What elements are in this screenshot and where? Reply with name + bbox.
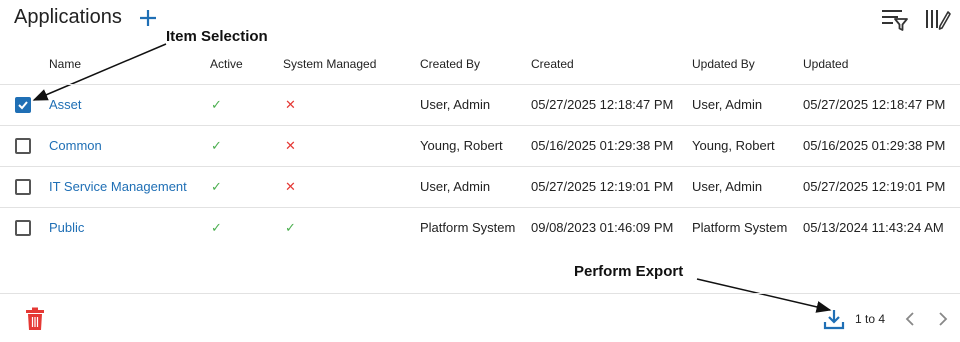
- system-managed-cross-icon: ✕: [285, 179, 296, 194]
- callout-arrows: [32, 43, 832, 313]
- column-header-updated-by[interactable]: Updated By: [692, 57, 755, 71]
- chevron-right-icon[interactable]: [936, 309, 950, 329]
- column-picker-icon[interactable]: [925, 7, 951, 31]
- row-updated: 05/27/2025 12:18:47 PM: [803, 97, 946, 112]
- row-name-link[interactable]: IT Service Management: [49, 179, 187, 194]
- footer-divider: [0, 293, 960, 294]
- row-created-by: Platform System: [420, 220, 516, 235]
- row-divider: [0, 207, 960, 208]
- column-header-created[interactable]: Created: [531, 57, 574, 71]
- column-header-system-managed[interactable]: System Managed: [283, 57, 376, 71]
- trash-icon[interactable]: [24, 307, 46, 331]
- active-check-icon: ✓: [211, 138, 222, 153]
- row-created: 09/08/2023 01:46:09 PM: [531, 220, 674, 235]
- row-created: 05/16/2025 01:29:38 PM: [531, 138, 674, 153]
- row-checkbox-asset[interactable]: [15, 97, 31, 113]
- item-selection-callout: Item Selection: [166, 28, 268, 45]
- row-updated-by: Platform System: [692, 220, 788, 235]
- active-check-icon: ✓: [211, 97, 222, 112]
- system-managed-check-icon: ✓: [285, 220, 296, 235]
- row-updated: 05/16/2025 01:29:38 PM: [803, 138, 946, 153]
- row-updated: 05/13/2024 11:43:24 AM: [803, 220, 944, 235]
- perform-export-callout: Perform Export: [574, 263, 684, 280]
- column-header-updated[interactable]: Updated: [803, 57, 848, 71]
- header-divider: [0, 84, 960, 85]
- row-created: 05/27/2025 12:18:47 PM: [531, 97, 674, 112]
- download-icon[interactable]: [823, 308, 845, 330]
- column-header-created-by[interactable]: Created By: [420, 57, 480, 71]
- row-name-link[interactable]: Public: [49, 220, 84, 235]
- row-checkbox-public[interactable]: [15, 220, 31, 236]
- column-header-active[interactable]: Active: [210, 57, 243, 71]
- page-title: Applications: [14, 6, 122, 28]
- plus-icon[interactable]: [137, 7, 159, 29]
- row-updated: 05/27/2025 12:19:01 PM: [803, 179, 946, 194]
- row-created-by: User, Admin: [420, 179, 491, 194]
- row-created-by: Young, Robert: [420, 138, 503, 153]
- row-name-link[interactable]: Asset: [49, 97, 82, 112]
- chevron-left-icon[interactable]: [903, 309, 917, 329]
- row-name-link[interactable]: Common: [49, 138, 102, 153]
- column-header-name[interactable]: Name: [49, 57, 81, 71]
- row-created-by: User, Admin: [420, 97, 491, 112]
- active-check-icon: ✓: [211, 220, 222, 235]
- row-checkbox-common[interactable]: [15, 138, 31, 154]
- row-created: 05/27/2025 12:19:01 PM: [531, 179, 674, 194]
- pager-range: 1 to 4: [855, 312, 886, 326]
- row-divider: [0, 166, 960, 167]
- row-checkbox-it-service-management[interactable]: [15, 179, 31, 195]
- checkmark-icon: [18, 101, 28, 110]
- row-divider: [0, 125, 960, 126]
- system-managed-cross-icon: ✕: [285, 97, 296, 112]
- active-check-icon: ✓: [211, 179, 222, 194]
- row-updated-by: User, Admin: [692, 97, 763, 112]
- filter-icon[interactable]: [880, 6, 908, 32]
- row-updated-by: Young, Robert: [692, 138, 775, 153]
- system-managed-cross-icon: ✕: [285, 138, 296, 153]
- row-updated-by: User, Admin: [692, 179, 763, 194]
